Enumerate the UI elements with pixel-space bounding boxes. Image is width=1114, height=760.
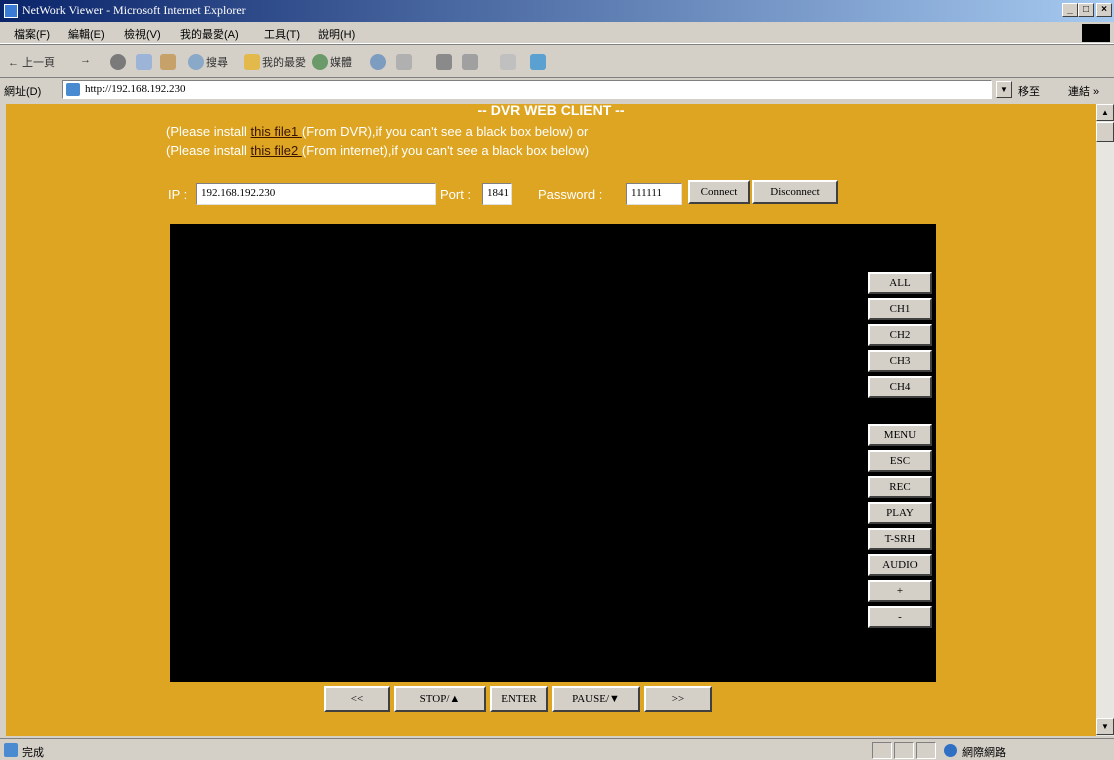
channel-2-button[interactable]: CH2 — [868, 324, 932, 346]
menu-file[interactable]: 檔案(F) — [14, 26, 50, 42]
time-search-button[interactable]: T-SRH — [868, 528, 932, 550]
search-icon[interactable] — [188, 54, 204, 70]
favorites-button[interactable]: 我的最愛 — [262, 54, 306, 70]
port-label: Port : — [440, 187, 472, 202]
menu-view[interactable]: 檢視(V) — [124, 26, 161, 42]
enter-button[interactable]: ENTER — [490, 686, 548, 712]
stop-up-button[interactable]: STOP/▲ — [394, 686, 486, 712]
menu-button[interactable]: MENU — [868, 424, 932, 446]
menu-edit[interactable]: 編輯(E) — [68, 26, 105, 42]
toolbar: ← 上一頁 → 搜尋 我的最愛 媒體 — [0, 44, 1114, 78]
note2-suffix: (From internet),if you can't see a black… — [301, 143, 590, 158]
channel-all-button[interactable]: ALL — [868, 272, 932, 294]
window-title: NetWork Viewer - Microsoft Internet Expl… — [22, 3, 246, 17]
print-icon[interactable] — [436, 54, 452, 70]
install-file2-link[interactable]: this file2 — [251, 143, 302, 158]
disconnect-button[interactable]: Disconnect — [752, 180, 838, 204]
rewind-button[interactable]: << — [324, 686, 390, 712]
password-label: Password : — [538, 187, 603, 202]
scroll-up-button[interactable]: ▲ — [1096, 104, 1114, 121]
address-field[interactable]: http://192.168.192.230 — [62, 80, 992, 99]
audio-button[interactable]: AUDIO — [868, 554, 932, 576]
status-text: 完成 — [22, 747, 44, 759]
history-icon[interactable] — [370, 54, 386, 70]
stop-icon[interactable] — [110, 54, 126, 70]
address-url[interactable]: http://192.168.192.230 — [85, 83, 186, 95]
favorites-icon[interactable] — [244, 54, 260, 70]
minimize-button[interactable]: _ — [1062, 3, 1078, 17]
browser-window: NetWork Viewer - Microsoft Internet Expl… — [0, 0, 1114, 760]
title-bar: NetWork Viewer - Microsoft Internet Expl… — [0, 0, 1114, 22]
address-bar: 網址(D) http://192.168.192.230 ▼ 移至 連結 » — [0, 78, 1114, 102]
back-button[interactable]: ← 上一頁 — [8, 54, 55, 70]
address-dropdown-button[interactable]: ▼ — [996, 81, 1012, 98]
play-button[interactable]: PLAY — [868, 502, 932, 524]
windows-logo-icon — [1082, 24, 1110, 42]
media-icon[interactable] — [312, 54, 328, 70]
page-icon — [66, 83, 80, 96]
install-note-1: (Please install this file1 (From DVR),if… — [166, 124, 588, 139]
rec-button[interactable]: REC — [868, 476, 932, 498]
go-button[interactable]: 移至 — [1018, 83, 1040, 99]
vertical-scrollbar[interactable]: ▲ ▼ — [1096, 104, 1114, 736]
scroll-down-button[interactable]: ▼ — [1096, 718, 1114, 735]
pause-down-button[interactable]: PAUSE/▼ — [552, 686, 640, 712]
security-zone: 網際網路 — [962, 747, 1006, 759]
maximize-button[interactable]: □ — [1078, 3, 1094, 17]
messenger-icon[interactable] — [530, 54, 546, 70]
fast-forward-button[interactable]: >> — [644, 686, 712, 712]
mail-icon[interactable] — [396, 54, 412, 70]
edit-icon[interactable] — [462, 54, 478, 70]
plus-button[interactable]: + — [868, 580, 932, 602]
channel-3-button[interactable]: CH3 — [868, 350, 932, 372]
ip-label: IP : — [168, 187, 188, 202]
connect-button[interactable]: Connect — [688, 180, 750, 204]
scroll-thumb[interactable] — [1096, 122, 1114, 142]
done-page-icon — [4, 743, 18, 757]
status-bar: 完成 網際網路 — [0, 738, 1114, 760]
channel-1-button[interactable]: CH1 — [868, 298, 932, 320]
links-button[interactable]: 連結 » — [1068, 83, 1099, 99]
install-note-2: (Please install this file2 (From interne… — [166, 143, 589, 158]
forward-button[interactable]: → — [80, 54, 91, 66]
ie-icon — [4, 4, 18, 18]
note2-prefix: (Please install — [166, 143, 251, 158]
home-icon[interactable] — [160, 54, 176, 70]
ip-input[interactable]: 192.168.192.230 — [196, 183, 436, 205]
status-pane-2 — [894, 742, 914, 759]
menu-favorites[interactable]: 我的最愛(A) — [180, 26, 239, 42]
refresh-icon[interactable] — [136, 54, 152, 70]
note1-suffix: (From DVR),if you can't see a black box … — [301, 124, 589, 139]
page-content: -- DVR WEB CLIENT -- (Please install thi… — [6, 104, 1096, 736]
discuss-icon[interactable] — [500, 54, 516, 70]
note1-prefix: (Please install — [166, 124, 251, 139]
install-file1-link[interactable]: this file1 — [251, 124, 302, 139]
search-button[interactable]: 搜尋 — [206, 54, 228, 70]
esc-button[interactable]: ESC — [868, 450, 932, 472]
video-display[interactable] — [170, 224, 936, 682]
internet-zone-icon — [944, 744, 957, 757]
port-input[interactable]: 1841 — [482, 183, 512, 205]
close-button[interactable]: × — [1096, 3, 1112, 17]
status-pane-1 — [872, 742, 892, 759]
status-pane-3 — [916, 742, 936, 759]
media-button[interactable]: 媒體 — [330, 54, 352, 70]
menu-tools[interactable]: 工具(T) — [264, 26, 300, 42]
password-input[interactable]: 111111 — [626, 183, 682, 205]
channel-4-button[interactable]: CH4 — [868, 376, 932, 398]
address-label: 網址(D) — [4, 86, 42, 98]
page-title: -- DVR WEB CLIENT -- — [477, 104, 625, 118]
menu-help[interactable]: 說明(H) — [318, 26, 355, 42]
minus-button[interactable]: - — [868, 606, 932, 628]
menu-bar: 檔案(F) 編輯(E) 檢視(V) 我的最愛(A) 工具(T) 說明(H) — [0, 22, 1114, 44]
